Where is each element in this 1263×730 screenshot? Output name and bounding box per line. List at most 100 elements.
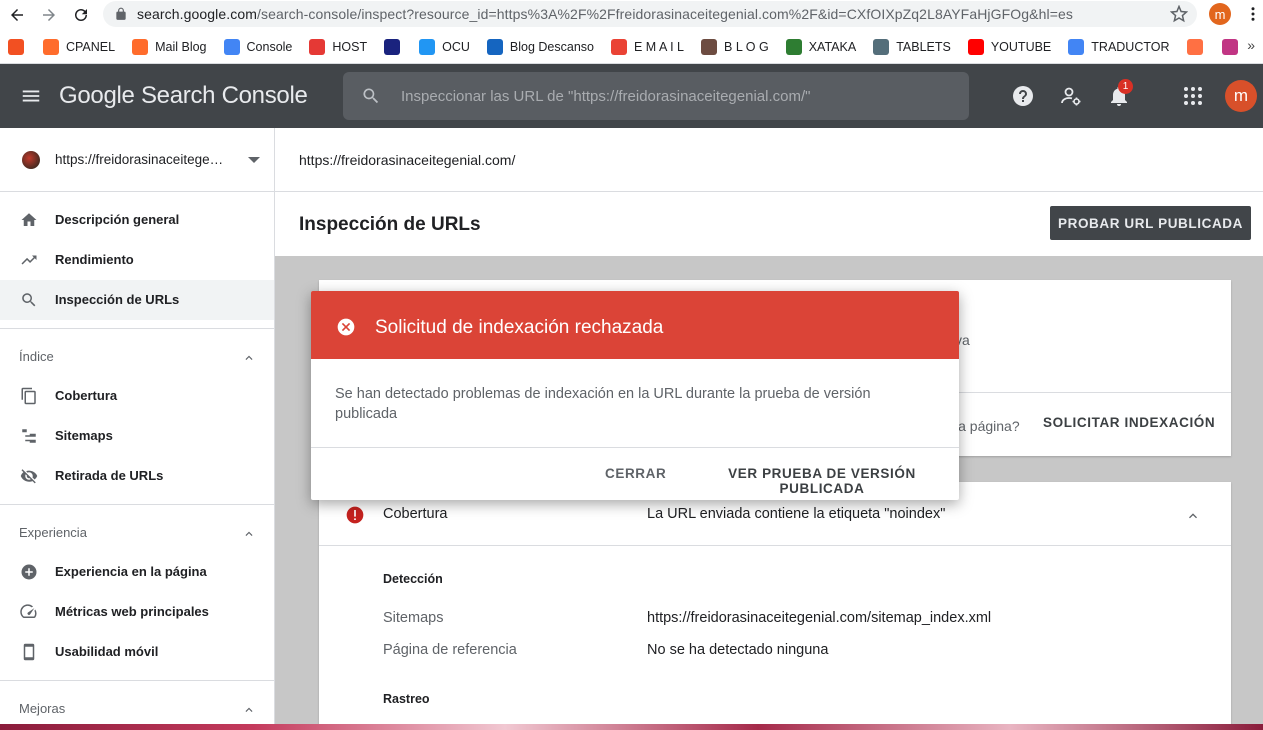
sidebar-item-url-inspection[interactable]: Inspección de URLs bbox=[0, 280, 274, 320]
bookmark-item[interactable]: TRADUCTOR bbox=[1068, 38, 1170, 55]
bookmark-favicon-icon bbox=[309, 38, 326, 55]
bookmark-item[interactable]: YOUTUBE bbox=[967, 38, 1052, 55]
sidebar-item-label: Métricas web principales bbox=[55, 604, 209, 619]
account-avatar[interactable]: m bbox=[1225, 80, 1257, 112]
sidebar-item-removals[interactable]: Retirada de URLs bbox=[0, 456, 274, 496]
property-name: https://freidorasinaceitegenial.com/ bbox=[55, 152, 230, 167]
sidebar: https://freidorasinaceitegenial.com/ Des… bbox=[0, 128, 275, 730]
bookmark-item[interactable]: B L O G bbox=[701, 38, 769, 55]
bookmark-favicon-icon bbox=[43, 38, 59, 55]
sidebar-item-label: Inspección de URLs bbox=[55, 292, 180, 307]
visibility-off-icon bbox=[20, 469, 38, 484]
sidebar-item-coverage[interactable]: Cobertura bbox=[0, 376, 274, 416]
view-live-test-button[interactable]: VER PRUEBA DE VERSIÓN PUBLICADA bbox=[685, 466, 959, 496]
bookmark-item[interactable]: HOST bbox=[309, 38, 367, 55]
bookmark-label: XATAKA bbox=[808, 39, 857, 54]
address-bar[interactable]: search.google.com/search-console/inspect… bbox=[103, 1, 1197, 27]
detection-header: Detección bbox=[383, 572, 443, 586]
bookmark-item[interactable]: OCU bbox=[419, 38, 470, 55]
browser-profile-avatar[interactable]: m bbox=[1209, 3, 1231, 25]
url-inspect-input[interactable] bbox=[401, 84, 951, 108]
bookmark-label: Mail Blog bbox=[155, 39, 207, 54]
url-inspect-search[interactable] bbox=[343, 72, 969, 120]
bookmark-item[interactable]: E M A I L bbox=[610, 38, 685, 55]
sidebar-item-sitemaps[interactable]: Sitemaps bbox=[0, 416, 274, 456]
manage-users-icon[interactable] bbox=[1059, 84, 1083, 108]
sidebar-item-label: Sitemaps bbox=[55, 428, 113, 443]
bookmark-favicon-icon bbox=[610, 38, 627, 55]
detail-value: No se ha detectado ninguna bbox=[647, 642, 829, 658]
section-experience[interactable]: Experiencia bbox=[0, 504, 274, 548]
trending-up-icon bbox=[21, 255, 37, 265]
bookmark-item[interactable] bbox=[8, 38, 31, 55]
detail-value: https://freidorasinaceitegenial.com/site… bbox=[647, 610, 992, 626]
bookmark-item[interactable]: XATAKA bbox=[785, 38, 857, 55]
url-path: /search-console/inspect?resource_id=http… bbox=[257, 6, 1073, 22]
property-favicon bbox=[22, 151, 40, 169]
search-icon bbox=[22, 293, 36, 307]
bookmark-favicon-icon bbox=[967, 38, 984, 55]
bookmark-favicon-icon bbox=[223, 38, 240, 55]
sidebar-item-overview[interactable]: Descripción general bbox=[0, 200, 274, 240]
coverage-value: La URL enviada contiene la etiqueta "noi… bbox=[647, 506, 946, 522]
sidebar-item-page-experience[interactable]: Experiencia en la página bbox=[0, 552, 274, 592]
chevron-up-icon bbox=[245, 531, 253, 536]
sidebar-item-performance[interactable]: Rendimiento bbox=[0, 240, 274, 280]
bookmark-favicon-icon bbox=[384, 38, 401, 55]
home-icon bbox=[21, 213, 37, 226]
bookmark-label: E M A I L bbox=[633, 39, 685, 54]
browser-toolbar: search.google.com/search-console/inspect… bbox=[0, 0, 1263, 30]
bookmark-item[interactable]: Blog Descanso bbox=[486, 38, 594, 55]
bookmark-label: OCU bbox=[442, 39, 470, 54]
sidebar-item-label: Retirada de URLs bbox=[55, 468, 164, 483]
sidebar-item-core-web-vitals[interactable]: Métricas web principales bbox=[0, 592, 274, 632]
desktop-wallpaper-edge bbox=[0, 724, 1263, 730]
bookmark-item[interactable] bbox=[1221, 38, 1245, 55]
bookmark-favicon-icon bbox=[1068, 38, 1085, 55]
speed-icon bbox=[20, 604, 37, 618]
chevron-up-icon bbox=[245, 355, 253, 360]
bookmark-item[interactable] bbox=[1186, 38, 1210, 55]
search-icon bbox=[363, 88, 379, 104]
detail-key: Página de referencia bbox=[383, 642, 517, 658]
sidebar-item-mobile-usability[interactable]: Usabilidad móvil bbox=[0, 632, 274, 672]
gsc-logo[interactable]: Google Search Console bbox=[59, 82, 308, 110]
request-indexing-button[interactable]: SOLICITAR INDEXACIÓN bbox=[1043, 415, 1215, 430]
bookmark-label: TRADUCTOR bbox=[1091, 39, 1170, 54]
forward-button[interactable] bbox=[34, 2, 64, 28]
chevron-up-icon[interactable] bbox=[1185, 508, 1201, 524]
bookmark-item[interactable]: CPANEL bbox=[43, 38, 115, 55]
section-index[interactable]: Índice bbox=[0, 328, 274, 372]
reload-button[interactable] bbox=[66, 2, 96, 28]
star-icon[interactable] bbox=[1170, 5, 1188, 23]
inspected-url-bar: https://freidorasinaceitegenial.com/ bbox=[275, 128, 1263, 192]
sidebar-item-label: Descripción general bbox=[55, 212, 180, 227]
more-vert-icon[interactable] bbox=[1244, 4, 1262, 24]
bookmark-favicon-icon bbox=[419, 38, 436, 55]
page-title: Inspección de URLs bbox=[299, 214, 481, 235]
bookmark-favicon-icon bbox=[701, 38, 718, 55]
bookmark-item[interactable] bbox=[384, 38, 407, 55]
bookmark-item[interactable]: Mail Blog bbox=[132, 38, 207, 55]
sidebar-item-label: Rendimiento bbox=[55, 252, 134, 267]
bookmark-label: YOUTUBE bbox=[990, 39, 1052, 54]
bookmark-favicon-icon bbox=[1221, 38, 1238, 55]
back-button[interactable] bbox=[2, 2, 32, 28]
dialog-divider bbox=[311, 447, 959, 448]
bookmark-favicon-icon bbox=[873, 38, 890, 55]
lock-icon bbox=[116, 7, 126, 20]
apps-grid-icon[interactable] bbox=[1181, 84, 1205, 108]
help-icon[interactable] bbox=[1011, 84, 1035, 108]
property-selector[interactable]: https://freidorasinaceitegenial.com/ bbox=[0, 128, 274, 192]
bookmarks-overflow-button[interactable]: » bbox=[1247, 37, 1255, 53]
bookmark-favicon-icon bbox=[132, 38, 149, 55]
arrow-left-icon bbox=[11, 9, 23, 21]
section-enhancements[interactable]: Mejoras bbox=[0, 680, 274, 724]
menu-icon[interactable] bbox=[20, 85, 42, 107]
test-live-url-button[interactable]: PROBAR URL PUBLICADA bbox=[1049, 206, 1251, 240]
section-label: Experiencia bbox=[19, 525, 87, 540]
bookmark-item[interactable]: Console bbox=[223, 38, 292, 55]
bookmark-item[interactable]: TABLETS bbox=[873, 38, 951, 55]
error-icon bbox=[346, 506, 364, 524]
close-button[interactable]: CERRAR bbox=[605, 466, 666, 481]
